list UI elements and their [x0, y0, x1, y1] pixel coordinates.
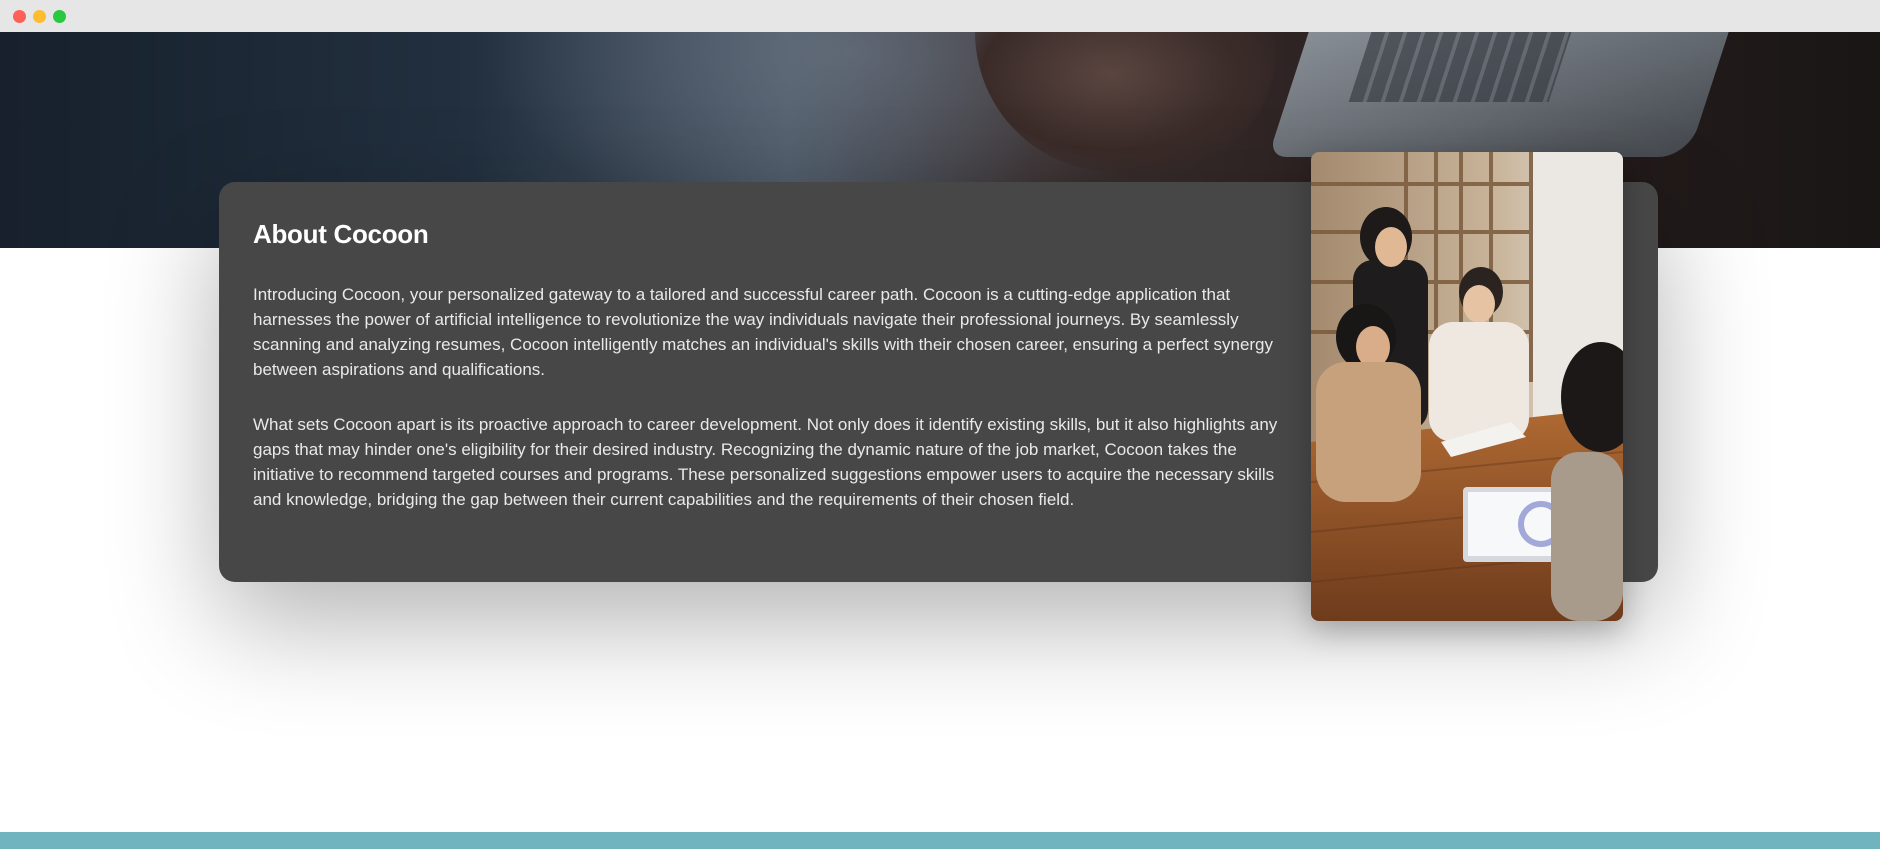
team-meeting-photo: [1311, 152, 1623, 621]
window-maximize-icon[interactable]: [53, 10, 66, 23]
window-minimize-icon[interactable]: [33, 10, 46, 23]
browser-window-bar: [0, 0, 1880, 32]
hero-keyboard-shape: [1348, 32, 1572, 102]
window-close-icon[interactable]: [13, 10, 26, 23]
team-meeting-illustration: [1311, 152, 1623, 621]
footer-accent-bar: [0, 832, 1880, 849]
about-paragraph-features: What sets Cocoon apart is its proactive …: [253, 415, 1278, 509]
hero-hand-shape: [975, 32, 1275, 172]
about-title: About Cocoon: [253, 219, 429, 249]
about-paragraph-intro: Introducing Cocoon, your personalized ga…: [253, 285, 1274, 379]
